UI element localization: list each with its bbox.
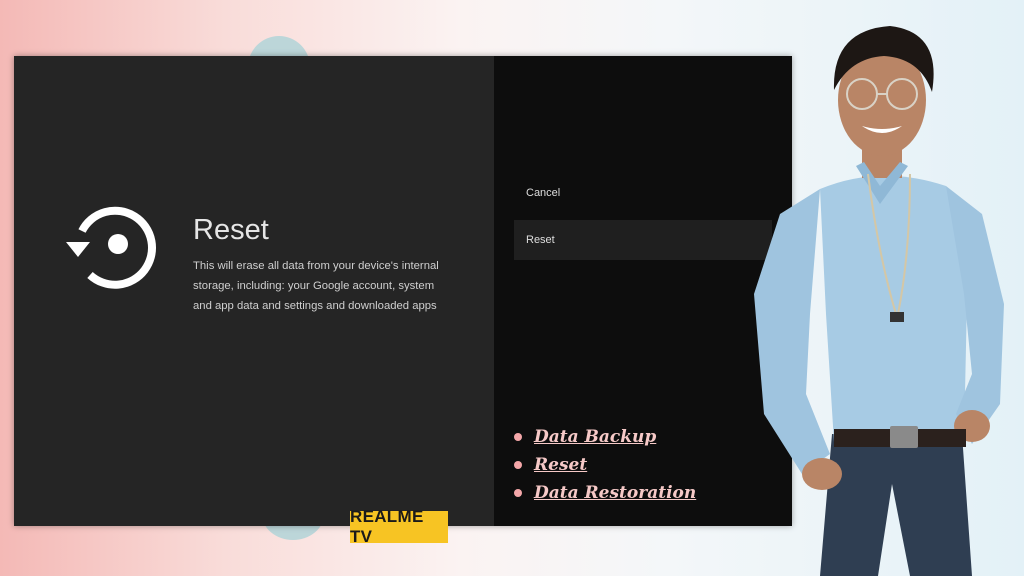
reset-description: This will erase all data from your devic… bbox=[193, 260, 439, 312]
brand-badge: REALME TV bbox=[350, 507, 448, 546]
data-backup-link[interactable]: Data Backup bbox=[534, 427, 656, 447]
reset-icon bbox=[66, 206, 156, 289]
list-item: Data Restoration bbox=[514, 480, 696, 508]
reset-title: Reset bbox=[193, 214, 269, 246]
article-links: Data Backup Reset Data Restoration bbox=[514, 424, 696, 508]
data-restoration-link[interactable]: Data Restoration bbox=[534, 483, 696, 503]
person-photo bbox=[754, 26, 1004, 576]
reset-info-panel: Reset This will erase all data from your… bbox=[14, 56, 494, 526]
reset-option[interactable]: Reset bbox=[514, 220, 772, 260]
cancel-option[interactable]: Cancel bbox=[514, 173, 772, 213]
list-item: Data Backup bbox=[514, 424, 696, 452]
list-item: Reset bbox=[514, 452, 696, 480]
reset-link[interactable]: Reset bbox=[534, 455, 587, 475]
